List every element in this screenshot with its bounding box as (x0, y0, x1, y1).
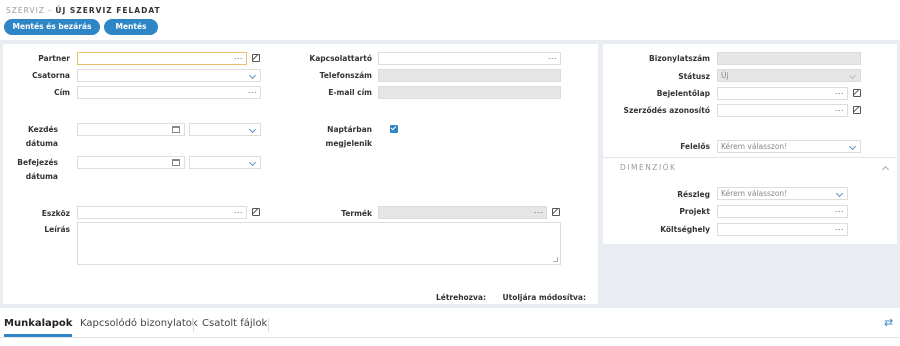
chevron-down-icon (248, 71, 257, 80)
channel-select[interactable] (77, 69, 261, 82)
doc-number-field (717, 52, 861, 65)
report-label: Bejelentőlap (656, 89, 710, 98)
email-label: E-mail cím (328, 88, 372, 97)
resize-handle-icon[interactable] (553, 257, 558, 262)
tabs-divider (0, 337, 900, 338)
external-link-icon[interactable] (552, 208, 560, 216)
contact-label: Kapcsolattartó (309, 54, 372, 63)
calendar-icon[interactable] (172, 159, 180, 166)
report-input[interactable]: ... (717, 87, 848, 100)
external-link-icon[interactable] (252, 54, 260, 62)
main-form-panel (3, 44, 598, 304)
owner-placeholder: Kérem válasszon! (721, 142, 788, 151)
end-date-input[interactable] (77, 156, 185, 169)
browse-dots[interactable]: ... (835, 86, 844, 97)
description-label: Leírás (44, 225, 70, 234)
browse-dots[interactable]: ... (248, 85, 257, 96)
contract-id-input[interactable]: ... (717, 104, 848, 117)
breadcrumb: SZERVIZ - ÚJ SZERVIZ FELADAT (6, 6, 161, 15)
breadcrumb-parent[interactable]: SZERVIZ (6, 6, 45, 15)
phone-field (378, 69, 561, 82)
save-and-close-button[interactable]: Mentés és bezárás (4, 19, 100, 35)
project-label: Projekt (679, 207, 710, 216)
contract-id-label: Szerződés azonosító (623, 106, 710, 115)
address-input[interactable]: ... (77, 86, 261, 99)
department-select[interactable]: Kérem válasszon! (717, 187, 848, 200)
divider (603, 157, 897, 158)
partner-label: Partner (38, 54, 70, 63)
end-time-select[interactable] (189, 156, 261, 169)
page-title: ÚJ SZERVIZ FELADAT (55, 6, 161, 15)
calendar-visible-checkbox[interactable] (390, 125, 398, 133)
browse-dots[interactable]: ... (835, 204, 844, 215)
chevron-down-icon (248, 158, 257, 167)
device-label: Eszköz (41, 209, 70, 218)
doc-number-label: Bizonylatszám (649, 54, 710, 63)
tab-attached-files[interactable]: Csatolt fájlok (202, 318, 267, 329)
channel-label: Csatorna (32, 71, 70, 80)
status-label: Státusz (678, 72, 710, 81)
status-select: Új (717, 69, 861, 82)
department-label: Részleg (677, 190, 710, 199)
project-input[interactable]: ... (717, 205, 848, 218)
start-date-input[interactable] (77, 123, 185, 136)
chevron-down-icon (848, 71, 857, 80)
tab-worksheets[interactable]: Munkalapok (4, 318, 72, 329)
partner-input[interactable]: ... (77, 52, 247, 65)
calendar-icon[interactable] (172, 126, 180, 133)
active-tab-indicator (4, 334, 72, 337)
phone-label: Telefonszám (319, 71, 372, 80)
external-link-icon[interactable] (252, 208, 260, 216)
chevron-down-icon (835, 189, 844, 198)
cost-center-input[interactable]: ... (717, 223, 848, 236)
calendar-visible-label: Naptárban (327, 125, 372, 134)
dimensions-title: DIMENZIÓK (620, 163, 677, 172)
product-field[interactable]: ... (378, 206, 547, 219)
start-date-label: Kezdés (27, 125, 58, 134)
save-button[interactable]: Mentés (104, 19, 158, 35)
device-input[interactable]: ... (77, 206, 247, 219)
tab-separator (268, 318, 269, 332)
status-value: Új (721, 71, 729, 80)
chevron-down-icon (248, 125, 257, 134)
calendar-visible-label-2: megjelenik (325, 139, 372, 148)
department-placeholder: Kérem válasszon! (721, 189, 788, 198)
browse-dots[interactable]: ... (534, 205, 543, 216)
modified-label: Utoljára módosítva: (502, 293, 586, 302)
owner-label: Felelős (680, 142, 710, 151)
external-link-icon[interactable] (853, 89, 861, 97)
description-textarea[interactable] (77, 222, 561, 265)
contact-input[interactable]: ... (378, 52, 561, 65)
tab-related-documents[interactable]: Kapcsolódó bizonylatok (80, 318, 198, 329)
browse-dots[interactable]: ... (548, 51, 557, 62)
breadcrumb-separator: - (44, 6, 56, 15)
chevron-down-icon (848, 142, 857, 151)
browse-dots[interactable]: ... (234, 205, 243, 216)
email-field (378, 86, 561, 99)
browse-dots[interactable]: ... (835, 222, 844, 233)
start-time-select[interactable] (189, 123, 261, 136)
end-date-label-2: dátuma (25, 172, 58, 181)
owner-select[interactable]: Kérem válasszon! (717, 140, 861, 153)
created-label: Létrehozva: (435, 293, 486, 302)
cost-center-label: Költséghely (660, 225, 710, 234)
tab-separator (193, 318, 194, 332)
browse-dots[interactable]: ... (234, 51, 243, 62)
external-link-icon[interactable] (853, 106, 861, 114)
page-header: SZERVIZ - ÚJ SZERVIZ FELADAT Mentés és b… (0, 0, 900, 40)
product-label: Termék (341, 209, 372, 218)
start-date-label-2: dátuma (25, 139, 58, 148)
address-label: Cím (54, 88, 70, 97)
swap-arrows-icon[interactable]: ⇄ (884, 316, 893, 329)
end-date-label: Befejezés (17, 158, 58, 167)
browse-dots[interactable]: ... (835, 103, 844, 114)
